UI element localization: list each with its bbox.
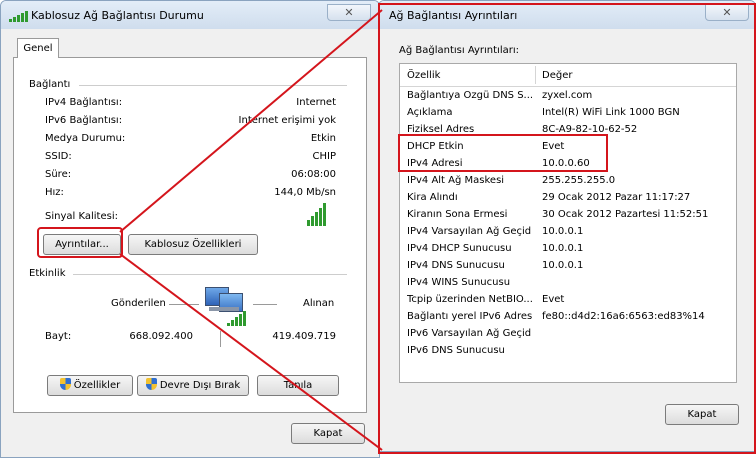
column-header-property[interactable]: Özellik: [407, 70, 440, 81]
ipv6-connectivity-value: Internet erişimi yok: [238, 115, 336, 126]
details-titlebar[interactable]: Ağ Bağlantısı Ayrıntıları ✕: [379, 1, 755, 29]
media-state-value: Etkin: [310, 133, 336, 144]
list-item[interactable]: IPv4 Adresi 10.0.0.60: [400, 156, 736, 173]
media-state-label: Medya Durumu:: [45, 133, 126, 144]
speed-value: 144,0 Mb/sn: [274, 187, 336, 198]
status-close-button[interactable]: Kapat: [291, 423, 365, 444]
list-item[interactable]: IPv6 Varsayılan Ağ Geçidi: [400, 326, 736, 343]
status-close-icon[interactable]: ✕: [327, 4, 371, 21]
sent-line: [169, 304, 199, 305]
ssid-value: CHIP: [312, 151, 336, 162]
activity-group-divider: [73, 274, 347, 275]
received-label: Alınan: [303, 298, 335, 309]
disable-button-label: Devre Dışı Bırak: [159, 380, 241, 391]
details-window: Ağ Bağlantısı Ayrıntıları ✕ Ağ Bağlantıs…: [378, 0, 756, 452]
details-button[interactable]: Ayrıntılar...: [43, 234, 121, 255]
list-item[interactable]: Fiziksel Adres 8C-A9-82-10-62-52: [400, 122, 736, 139]
list-item[interactable]: Kiranın Sona Ermesi 30 Ocak 2012 Pazartes…: [400, 207, 736, 224]
bytes-received-value: 419.409.719: [272, 331, 336, 342]
list-item[interactable]: Bağlantı yerel IPv6 Adresi fe80::d4d2:16a…: [400, 309, 736, 326]
ipv6-connectivity-label: IPv6 Bağlantısı:: [45, 115, 123, 126]
status-titlebar[interactable]: Kablosuz Ağ Bağlantısı Durumu ✕: [1, 1, 379, 29]
list-item[interactable]: IPv6 DNS Sunucusu: [400, 343, 736, 360]
wireless-properties-button[interactable]: Kablosuz Özellikleri: [128, 234, 258, 255]
column-header-value[interactable]: Değer: [542, 70, 572, 81]
bytes-sent-value: 668.092.400: [129, 331, 193, 342]
list-item[interactable]: IPv4 DHCP Sunucusu 10.0.0.1: [400, 241, 736, 258]
status-window-title: Kablosuz Ağ Bağlantısı Durumu: [31, 9, 204, 22]
signal-quality-icon: [307, 203, 326, 226]
bytes-label: Bayt:: [45, 331, 72, 342]
wireless-signal-icon: [9, 11, 28, 22]
shield-icon: [145, 378, 157, 390]
network-computers-icon: [201, 285, 249, 329]
list-item[interactable]: IPv4 WINS Sunucusu: [400, 275, 736, 292]
diagnose-button[interactable]: Tanıla: [257, 375, 339, 396]
duration-value: 06:08:00: [291, 169, 336, 180]
list-item[interactable]: Bağlantıya Özgü DNS S... zyxel.com: [400, 88, 736, 105]
list-item[interactable]: Tcpip üzerinden NetBIO... Evet: [400, 292, 736, 309]
details-list[interactable]: Özellik Değer Bağlantıya Özgü DNS S... zy…: [399, 63, 737, 383]
details-close-button[interactable]: Kapat: [665, 404, 739, 425]
details-close-icon[interactable]: ✕: [705, 4, 749, 21]
bytes-divider: [220, 331, 221, 347]
connection-group-label: Bağlantı: [29, 79, 71, 90]
speed-label: Hız:: [45, 187, 64, 198]
list-item[interactable]: IPv4 DNS Sunucusu 10.0.0.1: [400, 258, 736, 275]
list-item[interactable]: Açıklama Intel(R) WiFi Link 1000 BGN: [400, 105, 736, 122]
ipv4-connectivity-label: IPv4 Bağlantısı:: [45, 97, 123, 108]
shield-icon: [59, 378, 71, 390]
ipv4-connectivity-value: Internet: [296, 97, 336, 108]
list-item[interactable]: IPv4 Alt Ağ Maskesi 255.255.255.0: [400, 173, 736, 190]
connection-group-divider: [79, 85, 347, 86]
list-item[interactable]: Kira Alındı 29 Ocak 2012 Pazar 11:17:27: [400, 190, 736, 207]
details-section-label: Ağ Bağlantısı Ayrıntıları:: [399, 45, 519, 56]
signal-quality-label: Sinyal Kalitesi:: [45, 211, 118, 222]
properties-button[interactable]: Özellikler: [47, 375, 133, 396]
details-window-title: Ağ Bağlantısı Ayrıntıları: [389, 9, 518, 22]
sent-label: Gönderilen: [111, 298, 166, 309]
tab-general[interactable]: Genel: [17, 38, 59, 58]
disable-button[interactable]: Devre Dışı Bırak: [137, 375, 249, 396]
activity-group-label: Etkinlik: [29, 268, 66, 279]
ssid-label: SSID:: [45, 151, 72, 162]
status-window: Kablosuz Ağ Bağlantısı Durumu ✕ Genel Ba…: [0, 0, 380, 458]
details-list-header: Özellik Değer: [400, 64, 736, 87]
list-item[interactable]: IPv4 Varsayılan Ağ Geçidi 10.0.0.1: [400, 224, 736, 241]
duration-label: Süre:: [45, 169, 72, 180]
list-item[interactable]: DHCP Etkin Evet: [400, 139, 736, 156]
properties-button-label: Özellikler: [73, 380, 121, 391]
received-line: [253, 304, 277, 305]
column-divider[interactable]: [535, 66, 536, 84]
